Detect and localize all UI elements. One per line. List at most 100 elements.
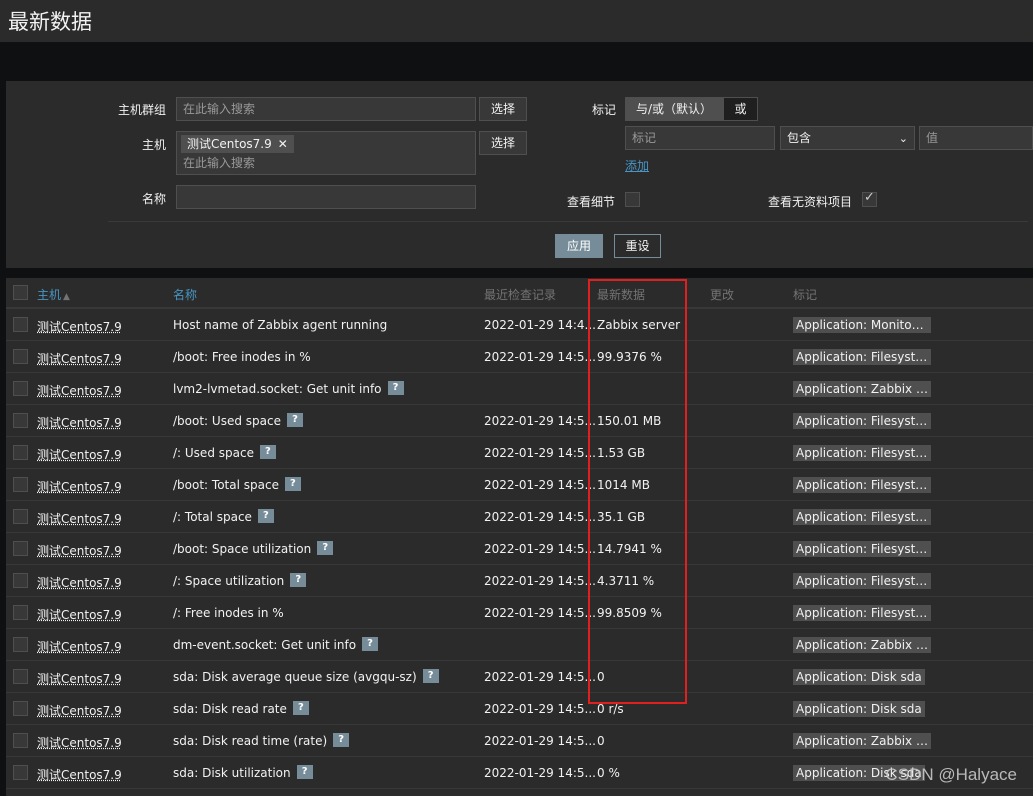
host-link[interactable]: 测试Centos7.9	[37, 606, 122, 623]
tag-badge[interactable]: Application: Filesystem /	[793, 605, 931, 621]
host-link[interactable]: 测试Centos7.9	[37, 766, 122, 783]
tag-badge[interactable]: Application: Filesyste...	[793, 349, 931, 365]
add-tag-link[interactable]: 添加	[625, 157, 649, 174]
row-checkbox[interactable]	[13, 733, 28, 748]
help-icon[interactable]: ?	[333, 732, 350, 747]
host-link[interactable]: 测试Centos7.9	[37, 638, 122, 655]
tag-badge[interactable]: Application: Filesystem /	[793, 445, 931, 461]
item-name: /boot: Total space	[173, 478, 279, 492]
host-group-input[interactable]: 在此输入搜索	[176, 97, 476, 121]
column-host[interactable]: 主机 ▲	[37, 286, 70, 303]
tag-badge[interactable]: Application: Filesystem /	[793, 509, 931, 525]
tags-label: 标记	[591, 103, 616, 117]
host-link[interactable]: 测试Centos7.9	[37, 574, 122, 591]
last-value-cell: 0 r/s	[597, 702, 624, 716]
help-icon[interactable]: ?	[296, 764, 313, 779]
show-details-checkbox[interactable]	[625, 192, 640, 207]
tag-badge[interactable]: Application: Zabbix ra...	[793, 637, 931, 653]
tag-badge[interactable]: Application: Monitorin...	[793, 317, 931, 333]
last-value-cell: 99.9376 %	[597, 350, 662, 364]
host-link[interactable]: 测试Centos7.9	[37, 670, 122, 687]
row-checkbox[interactable]	[13, 701, 28, 716]
latest-data-table: 主机 ▲ 名称 最近检查记录 最新数据 更改 标记 测试Centos7.9 Host…	[6, 278, 1033, 796]
tag-badge[interactable]: Application: Disk sda	[793, 669, 925, 685]
tag-operator-select[interactable]: 包含 ⌄	[780, 126, 915, 150]
host-link[interactable]: 测试Centos7.9	[37, 382, 122, 399]
host-chip-label: 测试Centos7.9	[187, 137, 272, 151]
tags-or-toggle[interactable]: 或	[723, 97, 758, 121]
name-input[interactable]	[176, 185, 476, 209]
table-header: 主机 ▲ 名称 最近检查记录 最新数据 更改 标记	[6, 278, 1033, 309]
tags-and-or-toggle[interactable]: 与/或（默认）	[625, 97, 723, 121]
row-checkbox[interactable]	[13, 349, 28, 364]
host-link[interactable]: 测试Centos7.9	[37, 734, 122, 751]
host-link[interactable]: 测试Centos7.9	[37, 414, 122, 431]
table-row: 测试Centos7.9 /: Total space? 2022-01-29 14:…	[6, 501, 1033, 533]
row-checkbox[interactable]	[13, 541, 28, 556]
tag-badge[interactable]: Application: Filesyste...	[793, 413, 931, 429]
last-check-cell: 2022-01-29 14:5...	[484, 734, 596, 748]
last-check-cell: 2022-01-29 14:5...	[484, 606, 596, 620]
tag-badge[interactable]: Application: Disk sda	[793, 701, 925, 717]
row-checkbox[interactable]	[13, 317, 28, 332]
row-checkbox[interactable]	[13, 605, 28, 620]
help-icon[interactable]: ?	[422, 668, 439, 683]
host-select-button[interactable]: 选择	[479, 131, 527, 155]
page-header: 最新数据	[0, 0, 1033, 42]
tag-value-input[interactable]: 值	[919, 126, 1033, 150]
tag-badge[interactable]: Application: Filesyste...	[793, 541, 931, 557]
host-link[interactable]: 测试Centos7.9	[37, 446, 122, 463]
help-icon[interactable]: ?	[286, 412, 303, 427]
last-check-cell: 2022-01-29 14:5...	[484, 542, 596, 556]
help-icon[interactable]: ?	[257, 508, 274, 523]
host-link[interactable]: 测试Centos7.9	[37, 510, 122, 527]
host-group-select-button[interactable]: 选择	[479, 97, 527, 121]
apply-button[interactable]: 应用	[555, 234, 603, 258]
host-link[interactable]: 测试Centos7.9	[37, 318, 122, 335]
host-link[interactable]: 测试Centos7.9	[37, 478, 122, 495]
tag-badge[interactable]: Application: Zabbix ra...	[793, 733, 931, 749]
help-icon[interactable]: ?	[362, 636, 379, 651]
item-name: sda: Disk read rate	[173, 702, 287, 716]
tag-name-input[interactable]: 标记	[625, 126, 775, 150]
item-name: lvm2-lvmetad.socket: Get unit info	[173, 382, 382, 396]
row-checkbox[interactable]	[13, 669, 28, 684]
last-check-cell: 2022-01-29 14:5...	[484, 414, 596, 428]
help-icon[interactable]: ?	[290, 572, 307, 587]
host-link[interactable]: 测试Centos7.9	[37, 350, 122, 367]
row-checkbox[interactable]	[13, 413, 28, 428]
row-checkbox[interactable]	[13, 477, 28, 492]
host-link[interactable]: 测试Centos7.9	[37, 542, 122, 559]
table-row: 测试Centos7.9/boot: Used space? 2022-01-29 …	[6, 405, 1033, 437]
host-multiselect[interactable]: 测试Centos7.9 ✕ 在此输入搜索	[176, 131, 476, 175]
row-checkbox[interactable]	[13, 381, 28, 396]
help-icon[interactable]: ?	[387, 380, 404, 395]
row-checkbox[interactable]	[13, 765, 28, 780]
host-chip[interactable]: 测试Centos7.9 ✕	[181, 135, 294, 153]
item-name: /: Free inodes in %	[173, 606, 284, 620]
row-checkbox[interactable]	[13, 637, 28, 652]
tag-badge[interactable]: Application: Filesyste...	[793, 477, 931, 493]
row-checkbox[interactable]	[13, 573, 28, 588]
help-icon[interactable]: ?	[317, 540, 334, 555]
show-without-data-checkbox[interactable]	[862, 190, 877, 207]
help-icon[interactable]: ?	[259, 444, 276, 459]
help-icon[interactable]: ?	[292, 700, 309, 715]
select-all-checkbox[interactable]	[13, 285, 28, 300]
close-icon[interactable]: ✕	[278, 137, 288, 151]
item-name: /: Space utilization	[173, 574, 285, 588]
row-checkbox[interactable]	[13, 509, 28, 524]
column-name[interactable]: 名称	[173, 286, 197, 303]
reset-button[interactable]: 重设	[614, 234, 661, 258]
table-row: 测试Centos7.9 sda: Disk read time (rate)? 20…	[6, 725, 1033, 757]
tag-badge[interactable]: Application: Zabbix ra...	[793, 381, 931, 397]
last-check-cell: 2022-01-29 14:5...	[484, 446, 596, 460]
host-group-label: 主机群组	[117, 103, 166, 117]
tag-badge[interactable]: Application: Filesystem /	[793, 573, 931, 589]
item-name: /boot: Space utilization	[173, 542, 312, 556]
row-checkbox[interactable]	[13, 445, 28, 460]
item-name-cell: /: Used space?	[173, 444, 276, 461]
host-link[interactable]: 测试Centos7.9	[37, 702, 122, 719]
help-icon[interactable]: ?	[284, 476, 301, 491]
host-search-placeholder: 在此输入搜索	[183, 156, 256, 170]
